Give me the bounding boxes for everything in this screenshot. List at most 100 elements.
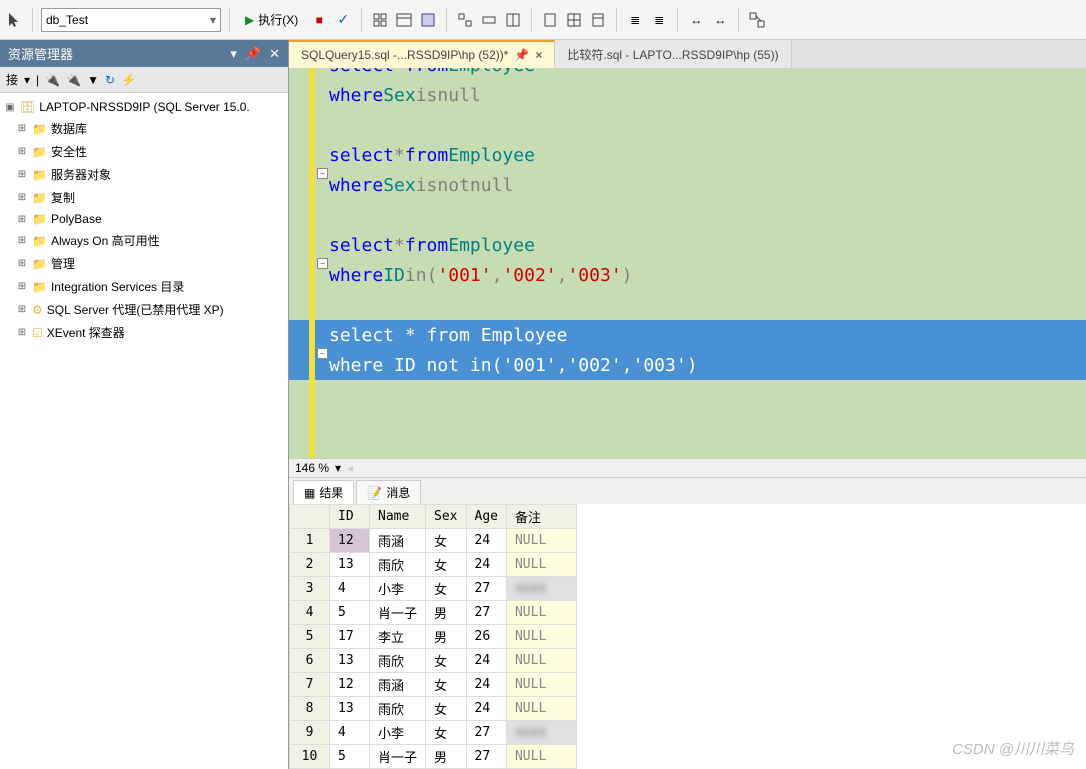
code-line[interactable]: where ID in('001','002','003') <box>289 260 1086 290</box>
table-row[interactable]: 517李立男26NULL <box>290 625 577 649</box>
code-line[interactable]: where ID not in('001','002','003') <box>289 350 1086 380</box>
group-icon[interactable] <box>747 10 767 30</box>
collapse-icon[interactable]: − <box>317 348 328 359</box>
row-number[interactable]: 9 <box>290 721 330 745</box>
cell[interactable]: 女 <box>426 721 466 745</box>
row-number[interactable]: 1 <box>290 529 330 553</box>
zoom-dropdown-icon[interactable]: ▾ <box>335 461 341 475</box>
column-header[interactable]: Age <box>466 505 506 529</box>
code-line[interactable]: where Sex is not null <box>289 170 1086 200</box>
results-tab[interactable]: ▦ 结果 <box>293 480 354 504</box>
cell[interactable]: 雨涵 <box>370 529 426 553</box>
cell[interactable]: 26 <box>466 625 506 649</box>
cell[interactable]: 女 <box>426 529 466 553</box>
execute-button[interactable]: ▶ 执行(X) <box>238 8 305 31</box>
table-row[interactable]: 213雨欣女24NULL <box>290 553 577 577</box>
tab-active[interactable]: SQLQuery15.sql -...RSSD9IP\hp (52))* 📌 × <box>289 40 555 68</box>
results-text-icon[interactable] <box>418 10 438 30</box>
cell-remark[interactable]: NULL <box>506 649 576 673</box>
cell-remark[interactable]: NULL <box>506 529 576 553</box>
code-line[interactable]: select * from Employee <box>289 68 1086 80</box>
expand-icon[interactable]: ⊞ <box>16 169 28 180</box>
filter-icon[interactable]: ▼ <box>87 73 99 87</box>
row-number[interactable]: 8 <box>290 697 330 721</box>
uncomment-icon[interactable]: ↔ <box>710 10 730 30</box>
cell[interactable]: 24 <box>466 553 506 577</box>
tree-node[interactable]: ⊞📁管理 <box>4 252 284 275</box>
close-icon[interactable]: × <box>535 48 542 62</box>
table-row[interactable]: 105肖一子男27NULL <box>290 745 577 769</box>
cell[interactable]: 24 <box>466 529 506 553</box>
cell-remark[interactable]: NULL <box>506 697 576 721</box>
comment-icon[interactable]: ↔ <box>686 10 706 30</box>
close-icon[interactable]: ✕ <box>269 46 280 62</box>
cell[interactable]: 小李 <box>370 721 426 745</box>
column-header[interactable]: 备注 <box>506 505 576 529</box>
row-number[interactable]: 6 <box>290 649 330 673</box>
parse-icon[interactable]: ✓ <box>333 10 353 30</box>
cell[interactable]: 男 <box>426 625 466 649</box>
cell-id[interactable]: 13 <box>330 553 370 577</box>
connect-icon[interactable]: 🔌 <box>45 73 60 87</box>
cell[interactable]: 女 <box>426 577 466 601</box>
code-line[interactable] <box>289 200 1086 230</box>
tree-node[interactable]: ⊞📁Integration Services 目录 <box>4 275 284 298</box>
cell[interactable]: 肖一子 <box>370 601 426 625</box>
collapse-icon[interactable]: − <box>317 168 328 179</box>
scroll-left-icon[interactable]: ◂ <box>347 461 353 475</box>
tree-node[interactable]: ⊞📁数据库 <box>4 117 284 140</box>
table-row[interactable]: 613雨欣女24NULL <box>290 649 577 673</box>
row-number[interactable]: 5 <box>290 625 330 649</box>
pin-icon[interactable]: 📌 <box>245 46 261 62</box>
cell[interactable]: 小李 <box>370 577 426 601</box>
cell-remark[interactable]: NULL <box>506 625 576 649</box>
header-blank[interactable] <box>290 505 330 529</box>
code-line[interactable]: select * from Employee <box>289 230 1086 260</box>
table-row[interactable]: 45肖一子男27NULL <box>290 601 577 625</box>
expand-icon[interactable]: ⊞ <box>16 327 28 338</box>
code-line[interactable] <box>289 110 1086 140</box>
row-number[interactable]: 7 <box>290 673 330 697</box>
cell[interactable]: 雨欣 <box>370 649 426 673</box>
row-number[interactable]: 4 <box>290 601 330 625</box>
tree-node[interactable]: ⊞📁Always On 高可用性 <box>4 229 284 252</box>
cell-id[interactable]: 13 <box>330 649 370 673</box>
pin-icon[interactable]: 📌 <box>514 48 529 62</box>
outdent-icon[interactable]: ≣ <box>649 10 669 30</box>
tool-icon-1[interactable] <box>455 10 475 30</box>
cell[interactable]: 24 <box>466 649 506 673</box>
column-header[interactable]: Name <box>370 505 426 529</box>
expand-icon[interactable]: ⊞ <box>16 304 28 315</box>
dropdown-icon[interactable]: ▾ <box>230 46 237 62</box>
tree-node[interactable]: ⊞☑XEvent 探查器 <box>4 321 284 344</box>
table-row[interactable]: 94小李女27xxxx <box>290 721 577 745</box>
expand-icon[interactable]: ⊞ <box>16 214 28 225</box>
expand-icon[interactable]: ⊞ <box>16 146 28 157</box>
cell[interactable]: 李立 <box>370 625 426 649</box>
stop-icon[interactable]: ■ <box>309 10 329 30</box>
cell[interactable]: 男 <box>426 745 466 769</box>
messages-tab[interactable]: 📝 消息 <box>356 480 421 504</box>
column-header[interactable]: Sex <box>426 505 466 529</box>
cell[interactable]: 女 <box>426 553 466 577</box>
code-line[interactable]: where Sex is null <box>289 80 1086 110</box>
cell[interactable]: 27 <box>466 601 506 625</box>
tool-icon-5[interactable] <box>564 10 584 30</box>
tool-icon-4[interactable] <box>540 10 560 30</box>
cell[interactable]: 雨欣 <box>370 697 426 721</box>
tree-node[interactable]: ⊞📁复制 <box>4 186 284 209</box>
table-row[interactable]: 813雨欣女24NULL <box>290 697 577 721</box>
cell-id[interactable]: 12 <box>330 529 370 553</box>
row-number[interactable]: 3 <box>290 577 330 601</box>
cell[interactable]: 女 <box>426 673 466 697</box>
cell-remark[interactable]: NULL <box>506 745 576 769</box>
table-row[interactable]: 712雨涵女24NULL <box>290 673 577 697</box>
cell-remark[interactable]: xxxx <box>506 577 576 601</box>
zoom-value[interactable]: 146 % <box>295 461 329 475</box>
column-header[interactable]: ID <box>330 505 370 529</box>
results-grid-icon[interactable] <box>394 10 414 30</box>
cell-id[interactable]: 12 <box>330 673 370 697</box>
collapse-icon[interactable]: − <box>317 258 328 269</box>
cell[interactable]: 雨欣 <box>370 553 426 577</box>
tree-server-node[interactable]: ▣ 🗄 LAPTOP-NRSSD9IP (SQL Server 15.0. <box>4 97 284 117</box>
